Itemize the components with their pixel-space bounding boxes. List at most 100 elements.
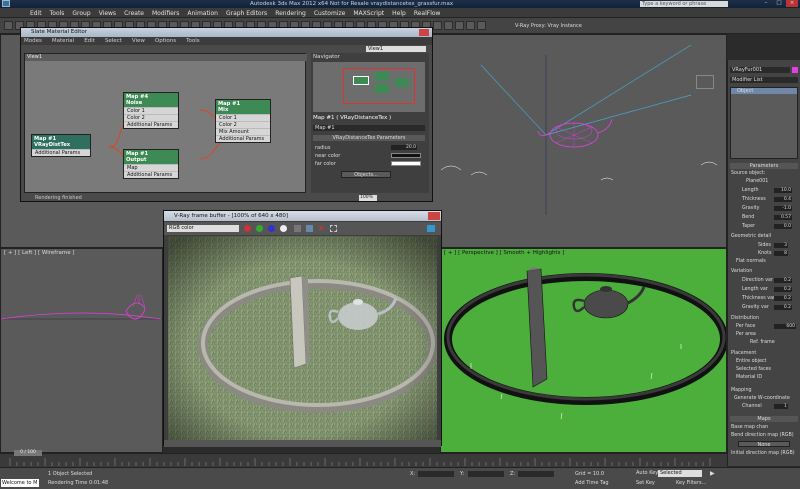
- object-name-field[interactable]: VRayFur001: [730, 67, 790, 73]
- slate-dropdown[interactable]: View1: [366, 46, 426, 52]
- menu-item[interactable]: Modifiers: [152, 10, 179, 17]
- maxscript-listener[interactable]: Welcome to M: [1, 479, 39, 487]
- menu-item[interactable]: Tools: [50, 10, 65, 17]
- near-color-swatch[interactable]: [391, 153, 421, 158]
- param-spinner[interactable]: 10.0: [774, 188, 792, 193]
- node-mix[interactable]: Map #1 Mix Color 1 Color 2 Mix Amount Add…: [215, 99, 271, 143]
- selected-faces-radio[interactable]: Selected faces: [736, 367, 771, 372]
- modifier-stack[interactable]: Object: [730, 87, 798, 159]
- menu-item[interactable]: Rendering: [275, 10, 306, 17]
- source-object-name[interactable]: Plane001: [746, 179, 768, 184]
- red-channel-button[interactable]: [244, 225, 251, 232]
- region-icon[interactable]: [330, 225, 337, 232]
- navigator-view[interactable]: [313, 62, 425, 112]
- modifier-list[interactable]: Modifier List: [730, 77, 798, 83]
- per-face-spinner[interactable]: 600: [774, 324, 796, 329]
- slate-menu-item[interactable]: Modes: [24, 37, 42, 45]
- viewcube[interactable]: [696, 75, 714, 89]
- slate-menu-item[interactable]: Select: [105, 37, 122, 45]
- slate-menu-item[interactable]: Options: [155, 37, 176, 45]
- generate-w-checkbox[interactable]: Generate W-coordinate: [734, 396, 790, 401]
- key-filters-button[interactable]: Key Filters...: [676, 480, 706, 486]
- minimize-button[interactable]: –: [760, 0, 772, 7]
- param-spinner[interactable]: 0.57: [774, 215, 792, 220]
- toolbar-button[interactable]: [433, 21, 442, 30]
- app-icon[interactable]: [2, 0, 10, 7]
- param-spinner[interactable]: 0.2: [774, 296, 792, 301]
- maps-rollout[interactable]: Maps: [730, 416, 798, 422]
- save-icon[interactable]: [306, 225, 313, 232]
- channel-spinner[interactable]: 1: [774, 404, 788, 409]
- menu-item[interactable]: Help: [392, 10, 406, 17]
- timeline[interactable]: 0 / 100: [0, 450, 727, 467]
- far-color-swatch[interactable]: [391, 161, 421, 166]
- render-icon[interactable]: [427, 225, 435, 232]
- menu-item[interactable]: Graph Editors: [226, 10, 267, 17]
- auto-key-button[interactable]: Auto Key: [636, 470, 658, 476]
- slate-view-area[interactable]: View1 Map #4 Noise Color 1 Color 2 Additi…: [24, 53, 307, 193]
- param-spinner[interactable]: 0.2: [774, 305, 792, 310]
- y-coord-field[interactable]: [468, 471, 504, 477]
- maximize-button[interactable]: □: [773, 0, 785, 7]
- close-button[interactable]: ×: [786, 0, 798, 7]
- menu-item[interactable]: RealFlow: [414, 10, 441, 17]
- mono-button[interactable]: [294, 225, 301, 232]
- bend-map-none-button[interactable]: None: [738, 441, 790, 448]
- slate-menu-item[interactable]: View: [132, 37, 145, 45]
- per-area-radio[interactable]: Per area: [736, 332, 756, 337]
- material-id-radio[interactable]: Material ID: [736, 375, 762, 380]
- sides-spinner[interactable]: 3: [774, 243, 788, 248]
- param-spinner[interactable]: 0.4: [774, 197, 792, 202]
- menu-item[interactable]: Animation: [187, 10, 218, 17]
- param-spinner[interactable]: -1.0: [774, 206, 792, 211]
- bend-direction-map-checkbox[interactable]: Bend direction map (RGB): [731, 433, 794, 438]
- vray-proxy-label[interactable]: V-Ray Proxy: Vray Instance: [515, 23, 582, 29]
- flat-normals-checkbox[interactable]: Flat normals: [736, 259, 766, 264]
- x-coord-field[interactable]: [418, 471, 454, 477]
- slate-close-button[interactable]: [419, 29, 429, 36]
- knots-spinner[interactable]: 8: [774, 251, 788, 256]
- per-face-radio[interactable]: Per face: [736, 324, 755, 329]
- radius-spinner[interactable]: 20.0: [391, 145, 417, 150]
- green-channel-button[interactable]: [256, 225, 263, 232]
- rollout-title[interactable]: VRayDistanceTex Parameters: [313, 135, 425, 141]
- alpha-channel-button[interactable]: [280, 225, 287, 232]
- toolbar-button[interactable]: [455, 21, 464, 30]
- clear-icon[interactable]: ✕: [318, 224, 325, 233]
- toolbar-button[interactable]: [4, 21, 13, 30]
- slate-title[interactable]: Slate Material Editor: [21, 28, 432, 37]
- param-spinner[interactable]: 0.0: [774, 224, 792, 229]
- param-spinner[interactable]: 0.2: [774, 278, 792, 283]
- menu-item[interactable]: Edit: [30, 10, 42, 17]
- channel-select[interactable]: RGB color: [167, 225, 239, 232]
- z-coord-field[interactable]: [518, 471, 554, 477]
- node-vraydisttex[interactable]: Map #1 VRayDistTex Additional Params: [31, 134, 91, 157]
- vfb-title[interactable]: V-Ray frame buffer - [100% of 640 x 480]: [164, 211, 441, 221]
- toolbar-button[interactable]: [466, 21, 475, 30]
- param-spinner[interactable]: 0.2: [774, 287, 792, 292]
- viewport-perspective[interactable]: [ + ] [ Perspective ] [ Smooth + Highlig…: [440, 248, 727, 453]
- menu-item[interactable]: Create: [124, 10, 144, 17]
- object-color-swatch[interactable]: [792, 67, 798, 73]
- toolbar-button[interactable]: [477, 21, 486, 30]
- blue-channel-button[interactable]: [268, 225, 275, 232]
- set-key-button[interactable]: Set Key: [636, 480, 655, 486]
- viewport-left[interactable]: [ + ] [ Left ] [ Wireframe ]: [0, 248, 163, 453]
- play-button[interactable]: ▶: [710, 470, 715, 477]
- map-name-field[interactable]: Map #1: [313, 125, 425, 131]
- stack-item-object[interactable]: Object: [731, 88, 797, 94]
- node-output[interactable]: Map #1 Output Map Additional Params: [123, 149, 179, 179]
- parameters-rollout[interactable]: Parameters: [730, 163, 798, 169]
- entire-object-radio[interactable]: Entire object: [736, 359, 766, 364]
- menu-item[interactable]: Group: [72, 10, 90, 17]
- slate-menu-item[interactable]: Edit: [84, 37, 95, 45]
- slate-menu-item[interactable]: Material: [52, 37, 74, 45]
- add-time-tag-button[interactable]: Add Time Tag: [575, 480, 609, 486]
- initial-direction-map-checkbox[interactable]: Initial direction map (RGB): [731, 451, 795, 456]
- vfb-close-button[interactable]: [428, 212, 440, 220]
- objects-button[interactable]: Objects...: [341, 171, 391, 178]
- menu-item[interactable]: MAXScript: [353, 10, 384, 17]
- menu-item[interactable]: Customize: [314, 10, 346, 17]
- slate-zoom[interactable]: 100%: [359, 195, 377, 201]
- menu-item[interactable]: Views: [99, 10, 116, 17]
